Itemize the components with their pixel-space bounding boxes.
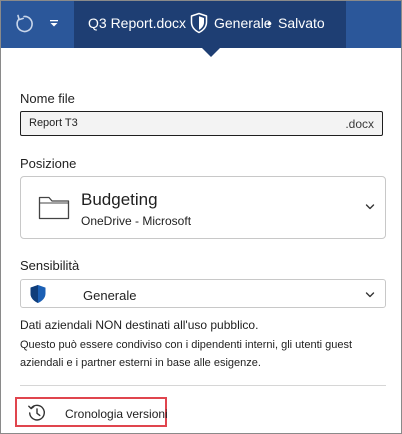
location-folder-name: Budgeting [81,190,158,209]
filename-extension: .docx [345,117,374,131]
save-status: Salvato [278,15,325,31]
customize-toolbar-button[interactable] [44,12,64,34]
dropdown-caret-icon [50,20,58,27]
sensitivity-description: Dati aziendali NON destinati all'uso pub… [20,318,259,332]
location-picker[interactable]: Budgeting OneDrive - Microsoft [20,176,386,239]
shield-icon [30,285,46,303]
document-name[interactable]: Q3 Report.docx [88,15,186,31]
location-label: Posizione [20,156,77,171]
undo-icon [16,14,33,33]
shield-icon [190,12,208,34]
filename-field[interactable]: .docx [20,111,383,136]
title-bar: Q3 Report.docx Generale • Salvato [0,0,402,48]
divider [20,385,386,386]
undo-button[interactable] [10,10,38,38]
sensitivity-detail: Questo può essere condiviso con i dipend… [20,339,353,369]
sensitivity-label: Sensibilità [20,258,80,273]
chevron-down-icon [365,292,375,298]
sensitivity-label-title[interactable]: Generale [214,15,272,31]
title-separator: • [267,15,272,31]
sensitivity-value: Generale [83,288,137,303]
folder-icon [38,196,70,220]
history-icon [28,404,45,421]
chevron-down-icon [365,204,375,210]
filename-label: Nome file [20,91,75,106]
version-history-label: Cronologia versioni [65,407,168,421]
version-history-button[interactable]: Cronologia versioni [15,397,168,427]
location-path: OneDrive - Microsoft [81,214,192,228]
filename-input[interactable] [29,117,289,129]
sensitivity-dropdown[interactable]: Generale [20,279,386,308]
callout-notch [202,48,220,57]
